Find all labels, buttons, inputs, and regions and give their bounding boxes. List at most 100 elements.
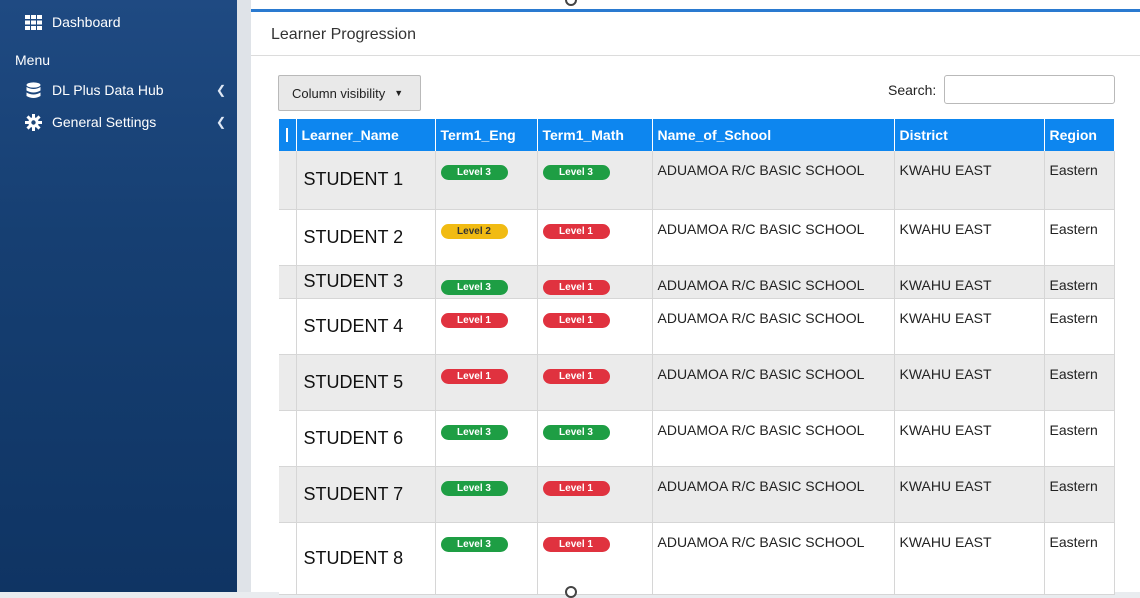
term1-math-cell: Level 1 <box>537 466 653 523</box>
level-badge: Level 3 <box>440 536 508 552</box>
district-cell: KWAHU EAST <box>894 298 1045 355</box>
level-badge: Level 1 <box>542 536 610 552</box>
search-input[interactable] <box>944 75 1115 104</box>
level-badge: Level 1 <box>440 312 508 328</box>
content-gutter <box>237 0 251 592</box>
table-row[interactable]: STUDENT 1 Level 3 Level 3 ADUAMOA R/C BASIC… <box>279 151 1115 210</box>
menu-heading: Menu <box>15 52 51 68</box>
column-header-term1-eng[interactable]: Term1_Eng <box>435 119 538 151</box>
table-header-row: Learner_Name Term1_Eng Term1_Math Name_o… <box>279 119 1115 151</box>
district-cell: KWAHU EAST <box>894 151 1045 210</box>
level-badge: Level 2 <box>440 223 508 239</box>
table-row[interactable]: STUDENT 6 Level 3 Level 3 ADUAMOA R/C BASIC… <box>279 410 1115 467</box>
term1-eng-cell: Level 3 <box>435 522 538 595</box>
level-badge: Level 3 <box>542 165 610 180</box>
sidebar-item-dashboard[interactable]: Dashboard <box>24 13 121 31</box>
term1-math-cell: Level 3 <box>537 151 653 210</box>
school-name-cell: ADUAMOA R/C BASIC SCHOOL <box>652 265 895 299</box>
row-select-cell[interactable] <box>279 298 297 355</box>
sidebar: Dashboard Menu DL Plus Data Hub ❮ Genera… <box>0 0 237 592</box>
learner-name-cell: STUDENT 4 <box>296 298 436 355</box>
term1-math-cell: Level 3 <box>537 410 653 467</box>
column-header-district[interactable]: District <box>894 119 1045 151</box>
learner-progression-panel: Learner Progression Column visibility ▼ … <box>251 0 1140 598</box>
level-badge: Level 1 <box>440 368 508 384</box>
divider <box>251 55 1140 56</box>
level-badge: Level 1 <box>542 312 610 328</box>
learner-name-cell: STUDENT 2 <box>296 209 436 266</box>
region-cell: Eastern <box>1044 410 1115 467</box>
select-marker <box>286 128 289 142</box>
row-select-cell[interactable] <box>279 410 297 467</box>
term1-eng-cell: Level 1 <box>435 298 538 355</box>
region-cell: Eastern <box>1044 265 1115 299</box>
learner-name-cell: STUDENT 3 <box>296 265 436 299</box>
table-row[interactable]: STUDENT 2 Level 2 Level 1 ADUAMOA R/C BASIC… <box>279 209 1115 266</box>
region-cell: Eastern <box>1044 209 1115 266</box>
level-badge: Level 3 <box>440 279 508 295</box>
column-header-name-of-school[interactable]: Name_of_School <box>652 119 895 151</box>
row-select-cell[interactable] <box>279 354 297 411</box>
row-select-cell[interactable] <box>279 522 297 595</box>
row-select-cell[interactable] <box>279 466 297 523</box>
chevron-left-icon: ❮ <box>216 83 227 97</box>
district-cell: KWAHU EAST <box>894 209 1045 266</box>
term1-math-cell: Level 1 <box>537 298 653 355</box>
row-select-cell[interactable] <box>279 209 297 266</box>
learner-name-cell: STUDENT 8 <box>296 522 436 595</box>
column-header-term1-math[interactable]: Term1_Math <box>537 119 653 151</box>
term1-eng-cell: Level 3 <box>435 410 538 467</box>
table-row[interactable]: STUDENT 5 Level 1 Level 1 ADUAMOA R/C BASIC… <box>279 354 1115 411</box>
panel-accent-line <box>251 9 1140 12</box>
region-cell: Eastern <box>1044 466 1115 523</box>
table-row[interactable]: STUDENT 3 Level 3 Level 1 ADUAMOA R/C BASIC… <box>279 265 1115 299</box>
sidebar-item-general-settings[interactable]: General Settings ❮ <box>24 113 237 131</box>
sidebar-item-label: General Settings <box>52 114 157 130</box>
column-header-region[interactable]: Region <box>1044 119 1115 151</box>
level-badge: Level 1 <box>542 368 610 384</box>
table-row[interactable]: STUDENT 4 Level 1 Level 1 ADUAMOA R/C BASIC… <box>279 298 1115 355</box>
table-row[interactable]: STUDENT 7 Level 3 Level 1 ADUAMOA R/C BASIC… <box>279 466 1115 523</box>
district-cell: KWAHU EAST <box>894 522 1045 595</box>
school-name-cell: ADUAMOA R/C BASIC SCHOOL <box>652 209 895 266</box>
learner-name-cell: STUDENT 6 <box>296 410 436 467</box>
term1-math-cell: Level 1 <box>537 265 653 299</box>
term1-math-cell: Level 1 <box>537 354 653 411</box>
database-icon <box>24 81 42 99</box>
grid-icon <box>24 13 42 31</box>
school-name-cell: ADUAMOA R/C BASIC SCHOOL <box>652 151 895 210</box>
district-cell: KWAHU EAST <box>894 466 1045 523</box>
sidebar-item-dl-plus-data-hub[interactable]: DL Plus Data Hub ❮ <box>24 81 237 99</box>
select-column-header[interactable] <box>279 119 297 151</box>
district-cell: KWAHU EAST <box>894 354 1045 411</box>
level-badge: Level 3 <box>440 165 508 180</box>
level-badge: Level 1 <box>542 480 610 496</box>
district-cell: KWAHU EAST <box>894 410 1045 467</box>
column-visibility-label: Column visibility <box>292 85 386 101</box>
sidebar-item-label: DL Plus Data Hub <box>52 82 164 98</box>
school-name-cell: ADUAMOA R/C BASIC SCHOOL <box>652 298 895 355</box>
row-select-cell[interactable] <box>279 265 297 299</box>
school-name-cell: ADUAMOA R/C BASIC SCHOOL <box>652 410 895 467</box>
region-cell: Eastern <box>1044 354 1115 411</box>
term1-eng-cell: Level 1 <box>435 354 538 411</box>
region-cell: Eastern <box>1044 298 1115 355</box>
cursor-circle-icon <box>565 586 577 598</box>
learner-name-cell: STUDENT 5 <box>296 354 436 411</box>
page-title: Learner Progression <box>271 26 416 43</box>
column-visibility-button[interactable]: Column visibility ▼ <box>278 75 421 111</box>
row-select-cell[interactable] <box>279 151 297 210</box>
caret-down-icon: ▼ <box>394 88 404 98</box>
level-badge: Level 1 <box>542 279 610 295</box>
level-badge: Level 1 <box>542 223 610 239</box>
chevron-left-icon: ❮ <box>216 115 227 129</box>
term1-eng-cell: Level 3 <box>435 265 538 299</box>
search-label: Search: <box>888 82 937 98</box>
sidebar-item-label: Dashboard <box>52 14 121 30</box>
column-header-learner-name[interactable]: Learner_Name <box>296 119 436 151</box>
table-row[interactable]: STUDENT 8 Level 3 Level 1 ADUAMOA R/C BASIC… <box>279 522 1115 595</box>
region-cell: Eastern <box>1044 522 1115 595</box>
term1-eng-cell: Level 3 <box>435 151 538 210</box>
gear-icon <box>24 113 42 131</box>
school-name-cell: ADUAMOA R/C BASIC SCHOOL <box>652 466 895 523</box>
